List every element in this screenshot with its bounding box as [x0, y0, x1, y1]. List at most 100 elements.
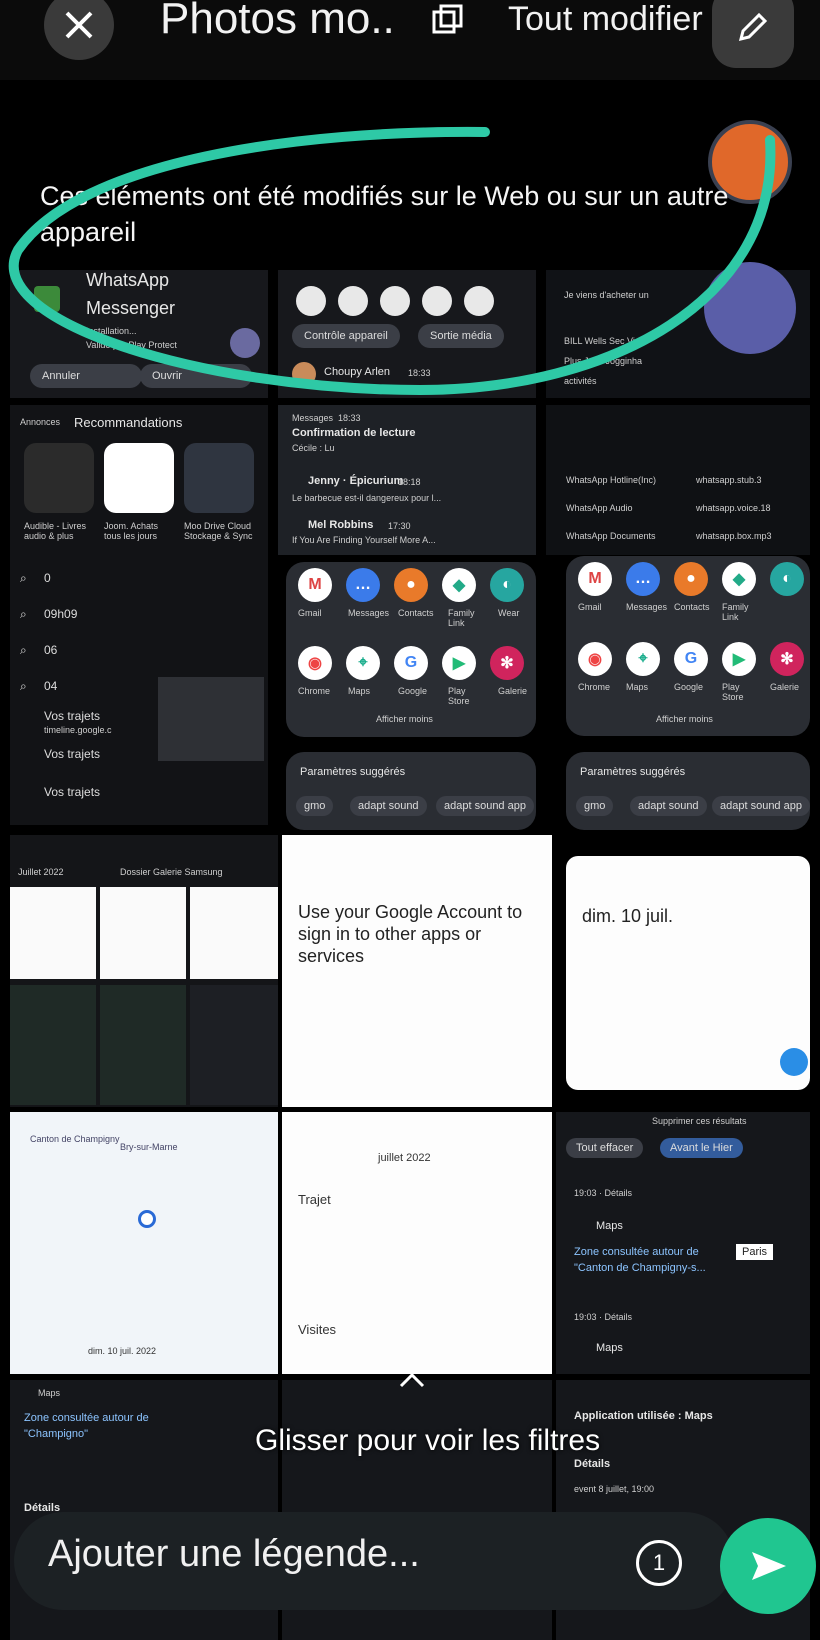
list-item: WhatsApp Documents — [566, 531, 656, 541]
thumbnail[interactable] — [10, 887, 96, 979]
gallery-icon[interactable]: ✻ — [770, 642, 804, 676]
contact-name: Choupy Arlen — [324, 366, 391, 378]
tile-app-drawer-2[interactable]: M … ● ◆ ◐ Gmail Messages Contacts Family… — [566, 556, 810, 736]
family-link-icon[interactable]: ◆ — [722, 562, 756, 596]
action-icon[interactable] — [780, 1048, 808, 1076]
open-button[interactable]: Ouvrir — [140, 364, 252, 388]
tile-google-account[interactable]: Use your Google Account to sign in to ot… — [282, 835, 552, 1107]
contacts-icon[interactable]: ● — [674, 562, 708, 596]
wear-icon[interactable]: ◐ — [770, 562, 804, 596]
messages-icon[interactable]: … — [626, 562, 660, 596]
maps-icon[interactable]: ⌖ — [346, 646, 380, 680]
chrome-icon[interactable]: ◉ — [578, 642, 612, 676]
app-label: Family Link — [722, 602, 749, 622]
trip-section: Trajet — [298, 1192, 331, 1207]
clear-all-chip[interactable]: Tout effacer — [566, 1138, 644, 1158]
copy-icon[interactable] — [430, 4, 464, 43]
show-less-button[interactable]: Afficher moins — [656, 714, 713, 724]
search-icon: ⌕ — [20, 607, 27, 621]
cancel-button[interactable]: Annuler — [30, 364, 142, 388]
map-pin-icon[interactable] — [138, 1210, 156, 1228]
app-name-2: Messenger — [86, 298, 176, 318]
device-control-button[interactable]: Contrôle appareil — [292, 324, 400, 348]
trips-label[interactable]: Vos trajets — [44, 709, 100, 723]
history-time: 19:03 · Détails — [574, 1312, 633, 1322]
tile-timeline[interactable]: juillet 2022 Trajet Visites — [282, 1112, 552, 1374]
search-history-item[interactable]: 06 — [44, 643, 57, 657]
suggestion-chip[interactable]: adapt sound — [350, 796, 427, 816]
gmail-icon[interactable]: M — [578, 562, 612, 596]
suggestion-chip[interactable]: adapt sound app — [436, 796, 534, 816]
suggestion-chip[interactable]: adapt sound — [630, 796, 707, 816]
tile-message-notifications[interactable]: Messages 18:33 Confirmation de lecture C… — [278, 405, 536, 555]
map-date[interactable]: dim. 10 juil. 2022 — [88, 1346, 156, 1356]
tile-calendar[interactable]: dim. 10 juil. — [566, 856, 810, 1090]
tile-file-list[interactable]: WhatsApp Hotline(Inc) WhatsApp Audio Wha… — [546, 405, 810, 555]
trips-label[interactable]: Vos trajets — [44, 747, 100, 761]
swipe-filters-hint[interactable]: Glisser pour voir les filtres — [255, 1424, 600, 1458]
tile-history[interactable]: Supprimer ces résultats Tout effacer Ava… — [556, 1112, 810, 1374]
gallery-icon[interactable]: ✻ — [490, 646, 524, 680]
notif-time: 18:33 — [338, 413, 361, 423]
thumbnail[interactable] — [190, 887, 278, 979]
close-button[interactable] — [44, 0, 114, 60]
audible-icon[interactable] — [24, 443, 94, 513]
edit-button[interactable] — [712, 0, 794, 68]
search-history-item[interactable]: 04 — [44, 679, 57, 693]
notif-title: Jenny · Épicurium — [308, 475, 404, 487]
media-output-button[interactable]: Sortie média — [418, 324, 504, 348]
notif-app: Messages — [292, 413, 334, 423]
caption-input[interactable]: Ajouter une légende... — [48, 1533, 420, 1576]
suggestion-chip[interactable]: gmo — [296, 796, 334, 816]
tile-quick-settings[interactable]: Contrôle appareil Sortie média Choupy Ar… — [278, 270, 536, 398]
tile-gallery[interactable]: Juillet 2022 Dossier Galerie Samsung — [10, 835, 278, 1107]
gmail-icon[interactable]: M — [298, 568, 332, 602]
suggestion-chip[interactable]: gmo — [576, 796, 614, 816]
tile-suggested-settings-2[interactable]: Paramètres suggérés gmo adapt sound adap… — [566, 752, 810, 830]
messages-icon[interactable]: … — [346, 568, 380, 602]
google-icon[interactable]: G — [394, 646, 428, 680]
timeline-month[interactable]: juillet 2022 — [378, 1152, 431, 1164]
search-history-item[interactable]: 0 — [44, 571, 51, 585]
app-label: Gmail — [298, 608, 322, 618]
maps-icon[interactable]: ⌖ — [626, 642, 660, 676]
suggestion-chip[interactable]: adapt sound app — [712, 796, 810, 816]
history-zone-link[interactable]: Zone consultée autour de "Canton de Cham… — [574, 1244, 714, 1276]
send-button[interactable] — [720, 1518, 816, 1614]
tile-suggested-settings-1[interactable]: Paramètres suggérés gmo adapt sound adap… — [286, 752, 536, 830]
chevron-up-icon[interactable] — [398, 1370, 426, 1390]
wear-icon[interactable]: ◐ — [490, 568, 524, 602]
tile-play-install[interactable]: WhatsApp Messenger Installation... Valid… — [10, 270, 268, 398]
trips-label[interactable]: Vos trajets — [44, 785, 100, 799]
joom-icon[interactable] — [104, 443, 174, 513]
view-once-button[interactable]: 1 — [636, 1540, 682, 1586]
app-label: Galerie — [770, 682, 800, 692]
family-link-icon[interactable]: ◆ — [442, 568, 476, 602]
delete-results-link[interactable]: Supprimer ces résultats — [652, 1116, 747, 1126]
suggested-title: Paramètres suggérés — [580, 766, 686, 778]
tile-map[interactable]: Canton de Champigny Bry-sur-Marne dim. 1… — [10, 1112, 278, 1374]
play-store-icon[interactable]: ▶ — [442, 646, 476, 680]
edit-all-button[interactable]: Tout modifier — [508, 0, 703, 39]
app-row: M … ● ◆ ◐ — [578, 562, 804, 596]
tile-recommendations[interactable]: Annonces Recommandations Audible - Livre… — [10, 405, 268, 825]
show-less-button[interactable]: Afficher moins — [376, 714, 433, 724]
history-zone-link[interactable]: Zone consultée autour de "Champigno" — [24, 1410, 174, 1442]
play-store-icon[interactable]: ▶ — [722, 642, 756, 676]
trips-link[interactable]: timeline.google.c — [44, 725, 112, 735]
thumbnail[interactable] — [100, 887, 186, 979]
app-label: Chrome — [298, 686, 331, 696]
thumbnail[interactable] — [100, 985, 186, 1105]
mute-icon[interactable] — [230, 328, 260, 358]
search-history-item[interactable]: 09h09 — [44, 607, 77, 621]
chrome-icon[interactable]: ◉ — [298, 646, 332, 680]
moo-drive-icon[interactable] — [184, 443, 254, 513]
contacts-icon[interactable]: ● — [394, 568, 428, 602]
google-icon[interactable]: G — [674, 642, 708, 676]
before-yesterday-chip[interactable]: Avant le Hier — [660, 1138, 743, 1158]
page-title: Photos mo.. — [160, 0, 395, 43]
thumbnail[interactable] — [190, 985, 278, 1105]
thumbnail[interactable] — [10, 985, 96, 1105]
mute-bubble[interactable] — [704, 262, 796, 354]
tile-app-drawer-1[interactable]: M … ● ◆ ◐ Gmail Messages Contacts Family… — [286, 562, 536, 737]
